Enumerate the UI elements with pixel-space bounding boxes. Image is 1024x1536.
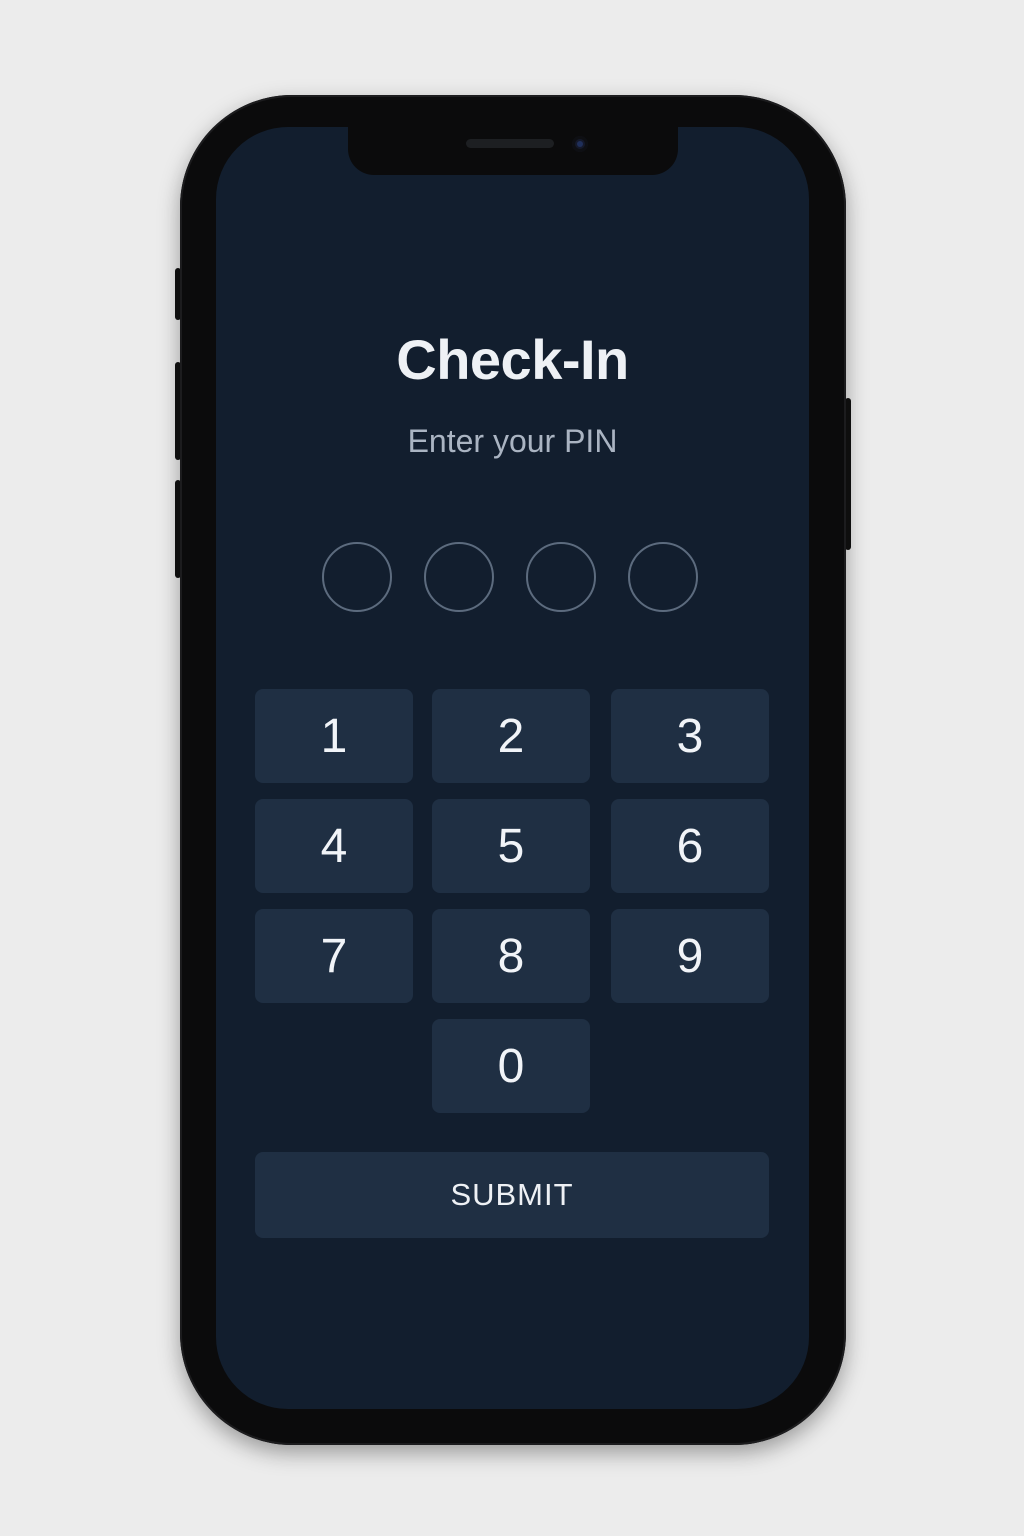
submit-button[interactable]: SUBMIT xyxy=(255,1152,769,1238)
keypad-key-5[interactable]: 5 xyxy=(432,799,590,893)
earpiece-speaker xyxy=(466,139,554,148)
keypad-key-3[interactable]: 3 xyxy=(611,689,769,783)
keypad-key-0[interactable]: 0 xyxy=(432,1019,590,1113)
pin-instruction: Enter your PIN xyxy=(407,423,618,459)
phone-screen: Check-In Enter your PIN 1 2 3 4 5 6 7 8 … xyxy=(216,127,809,1409)
notch xyxy=(348,127,678,175)
pin-dot-2 xyxy=(424,542,494,612)
keypad-key-9[interactable]: 9 xyxy=(611,909,769,1003)
pin-dot-1 xyxy=(322,542,392,612)
keypad-key-4[interactable]: 4 xyxy=(255,799,413,893)
front-camera-icon xyxy=(572,136,588,152)
keypad-key-6[interactable]: 6 xyxy=(611,799,769,893)
page: Check-In Enter your PIN 1 2 3 4 5 6 7 8 … xyxy=(0,0,1024,1536)
page-title: Check-In xyxy=(396,328,629,391)
pin-indicator xyxy=(322,542,702,616)
pin-dot-3 xyxy=(526,542,596,612)
keypad-key-2[interactable]: 2 xyxy=(432,689,590,783)
pin-dot-4 xyxy=(628,542,698,612)
keypad-key-1[interactable]: 1 xyxy=(255,689,413,783)
keypad-key-8[interactable]: 8 xyxy=(432,909,590,1003)
keypad-key-7[interactable]: 7 xyxy=(255,909,413,1003)
